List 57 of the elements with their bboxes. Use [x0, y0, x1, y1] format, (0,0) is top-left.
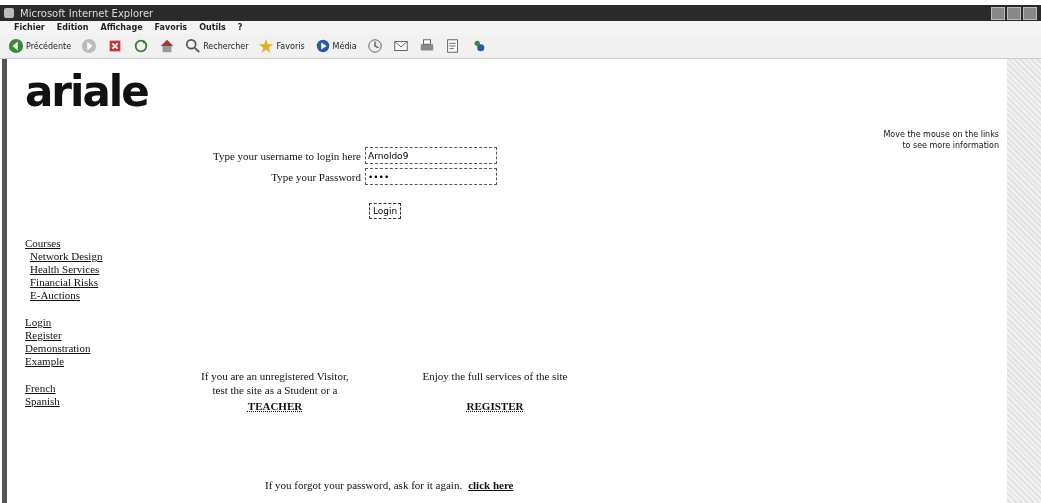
offer-text: test the site as a Student or a — [212, 383, 338, 397]
favorites-button[interactable]: Favoris — [258, 38, 305, 54]
scrollbar[interactable] — [1007, 59, 1041, 503]
login-button[interactable]: Login — [369, 203, 402, 219]
refresh-icon — [133, 38, 150, 54]
nav-link[interactable]: Demonstration — [25, 342, 175, 355]
browser-logo-icon — [4, 8, 14, 18]
nav-link[interactable]: Example — [25, 355, 175, 368]
page-icon — [444, 38, 461, 54]
home-icon — [159, 38, 176, 54]
menu-item[interactable]: ? — [237, 23, 243, 32]
envelope-icon — [392, 38, 409, 54]
site-logo: ariale — [25, 69, 149, 115]
nav-link[interactable]: Health Services — [25, 263, 175, 276]
nav-link[interactable]: Courses — [25, 237, 175, 250]
username-field[interactable]: Arnoldo9 — [365, 147, 497, 164]
window-title: Microsoft Internet Explorer — [20, 7, 155, 19]
menu-item[interactable]: Affichage — [100, 23, 143, 32]
maximize-button[interactable] — [1007, 6, 1021, 20]
nav-link[interactable]: Register — [25, 329, 175, 342]
menu-item[interactable]: Favoris — [154, 23, 188, 32]
history-button[interactable] — [366, 38, 383, 54]
password-label: Type your Password — [270, 170, 361, 183]
nav-link[interactable]: E-Auctions — [25, 289, 175, 302]
offer-text: Enjoy the full services of the site — [422, 369, 568, 383]
forgot-text: If you forgot your password, ask for it again. — [265, 479, 463, 491]
back-icon — [8, 38, 24, 54]
click-here-link[interactable]: click here — [468, 479, 514, 491]
star-icon — [258, 38, 275, 54]
menu-item[interactable]: Fichier — [14, 23, 45, 32]
media-button[interactable]: Média — [314, 38, 357, 54]
hint-text: Move the mouse on the links — [883, 129, 999, 140]
menu-item[interactable]: Edition — [56, 23, 89, 32]
offer-link[interactable]: TEACHER — [247, 399, 303, 413]
refresh-button[interactable] — [133, 38, 150, 54]
menu-item[interactable]: Outils — [199, 23, 226, 32]
mail-button[interactable] — [392, 38, 409, 54]
nav-link[interactable]: Financial Risks — [25, 276, 175, 289]
play-icon — [314, 38, 331, 54]
hint-text: to see more information — [901, 140, 999, 151]
edit-button[interactable] — [444, 38, 461, 54]
offer-text: If you are an unregistered Visitor, — [201, 369, 349, 383]
password-field[interactable]: •••• — [365, 168, 497, 185]
clock-icon — [366, 38, 383, 54]
search-icon — [185, 38, 202, 54]
forward-icon — [81, 38, 98, 54]
offer-link[interactable]: REGISTER — [466, 399, 524, 413]
search-button[interactable]: Rechercher — [185, 38, 249, 54]
minimize-button[interactable] — [991, 6, 1005, 20]
nav-link[interactable]: Network Design — [25, 250, 175, 263]
back-button[interactable]: Précédente — [8, 38, 72, 54]
nav-link[interactable]: Login — [25, 316, 175, 329]
nav-link[interactable]: French — [25, 382, 175, 395]
nav-link[interactable]: Spanish — [25, 395, 175, 408]
username-label: Type your username to login here — [212, 149, 361, 162]
close-button[interactable] — [1023, 6, 1037, 20]
home-button[interactable] — [159, 38, 176, 54]
